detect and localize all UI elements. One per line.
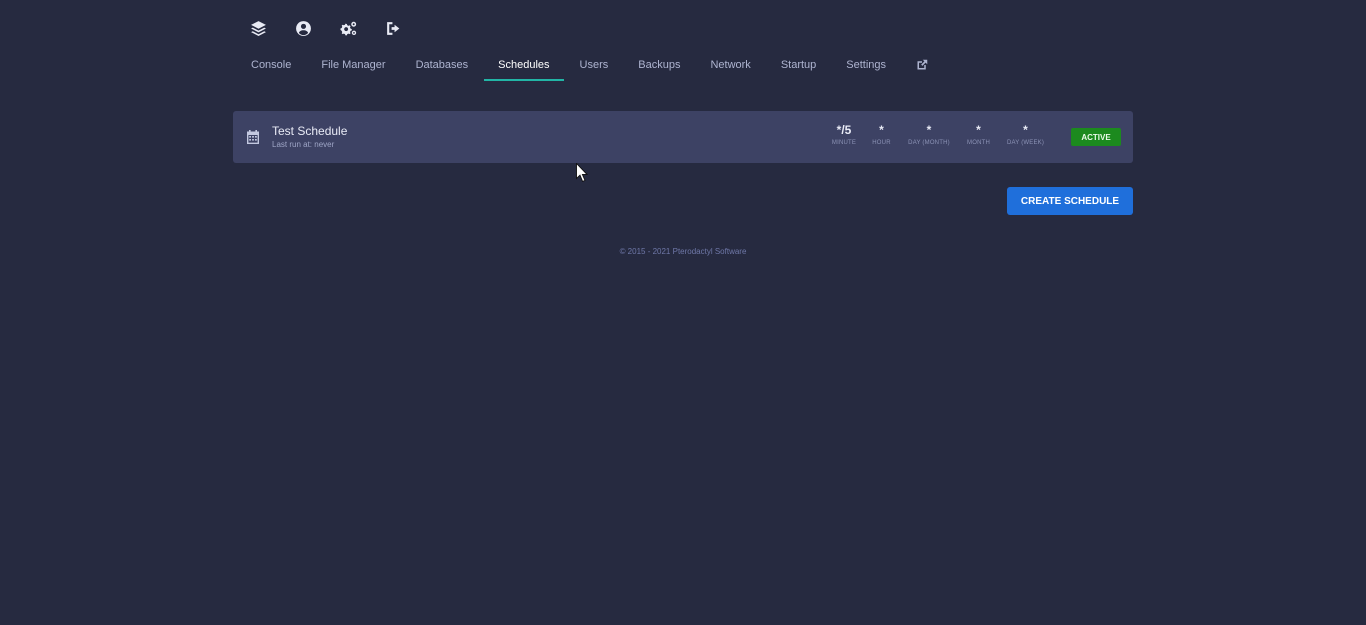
- cron-day-month-value: *: [926, 123, 932, 137]
- status-badge: ACTIVE: [1071, 128, 1121, 146]
- tab-file-manager[interactable]: File Manager: [307, 48, 399, 81]
- footer-copyright: © 2015 - 2021 Pterodactyl Software: [619, 247, 747, 256]
- cron-minute: */5 MINUTE: [830, 123, 858, 147]
- tab-network[interactable]: Network: [696, 48, 764, 81]
- cogs-icon[interactable]: [333, 12, 363, 44]
- tab-databases[interactable]: Databases: [402, 48, 483, 81]
- cron-hour: * HOUR: [869, 123, 894, 147]
- schedule-name: Test Schedule: [272, 124, 348, 138]
- cron-day-week-value: *: [1023, 123, 1028, 137]
- user-circle-icon[interactable]: [288, 12, 318, 44]
- cron-month: * MONTH: [964, 123, 993, 147]
- cron-hour-label: HOUR: [872, 140, 891, 146]
- tab-users[interactable]: Users: [566, 48, 623, 81]
- cron-day-week-label: DAY (WEEK): [1006, 140, 1045, 146]
- cron-minute-label: MINUTE: [831, 140, 857, 146]
- cron-day-week: * DAY (WEEK): [1003, 123, 1048, 147]
- cron-month-label: MONTH: [967, 140, 990, 146]
- schedule-row[interactable]: Test Schedule Last run at: never */5 MIN…: [233, 111, 1133, 163]
- top-icon-bar: [243, 12, 423, 44]
- cron-day-month-label: DAY (MONTH): [908, 140, 950, 146]
- server-nav: Console File Manager Databases Schedules…: [237, 48, 944, 81]
- cron-minute-value: */5: [836, 123, 852, 137]
- tab-startup[interactable]: Startup: [767, 48, 830, 81]
- tab-backups[interactable]: Backups: [624, 48, 694, 81]
- schedule-last-run: Last run at: never: [272, 140, 335, 149]
- create-schedule-button[interactable]: CREATE SCHEDULE: [1007, 187, 1133, 215]
- layers-icon[interactable]: [243, 12, 273, 44]
- external-link-icon[interactable]: [902, 48, 942, 81]
- cron-hour-value: *: [879, 123, 884, 137]
- cron-month-value: *: [976, 123, 981, 137]
- calendar-icon: [247, 130, 259, 144]
- tab-schedules[interactable]: Schedules: [484, 48, 564, 81]
- mouse-cursor-icon: [576, 163, 588, 182]
- tab-console[interactable]: Console: [237, 48, 305, 81]
- sign-out-icon[interactable]: [378, 12, 408, 44]
- tab-settings[interactable]: Settings: [832, 48, 900, 81]
- cron-day-month: * DAY (MONTH): [903, 123, 955, 147]
